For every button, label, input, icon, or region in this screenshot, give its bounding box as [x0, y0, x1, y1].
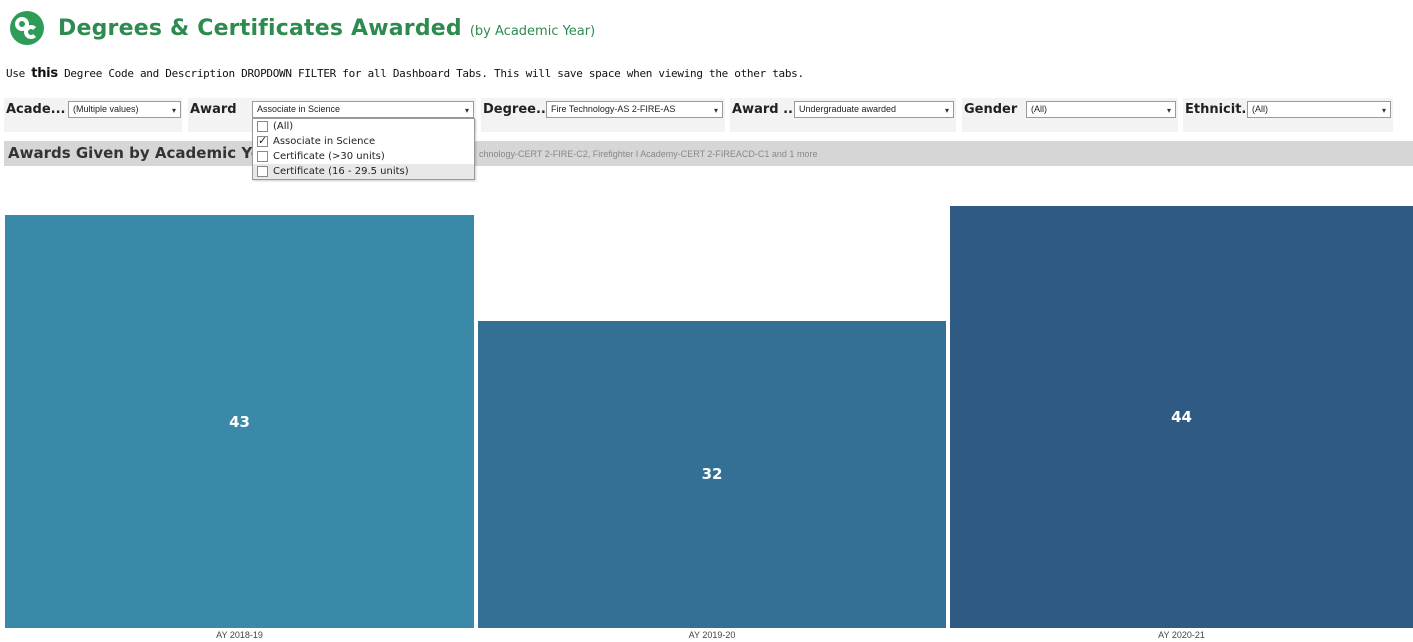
checkbox-checked-icon[interactable] — [257, 134, 268, 147]
award-level-select[interactable]: Undergraduate awarded ▾ — [794, 101, 954, 118]
degree-select[interactable]: Fire Technology-AS 2-FIRE-AS ▾ — [546, 101, 723, 118]
filter-label: Gender — [964, 102, 1018, 117]
award-option-all[interactable]: (All) — [253, 119, 474, 134]
x-axis-label: AY 2018-19 — [216, 630, 263, 640]
filter-label: Award ... — [732, 102, 798, 117]
award-option-associate-in-science[interactable]: Associate in Science — [253, 134, 474, 149]
filter-label: Ethnicit... — [1185, 102, 1257, 117]
chevron-down-icon: ▾ — [1166, 106, 1171, 115]
filter-gender: Gender (All) ▾ — [962, 98, 1178, 132]
checkbox-icon[interactable] — [257, 121, 268, 132]
award-dropdown-list: (All) Associate in Science Certificate (… — [252, 118, 475, 180]
instruction-text: Use this Degree Code and Description DRO… — [6, 66, 804, 81]
filter-award-level: Award ... Undergraduate awarded ▾ — [730, 98, 956, 132]
filter-degree: Degree... Fire Technology-AS 2-FIRE-AS ▾ — [481, 98, 725, 132]
chevron-down-icon: ▾ — [171, 106, 176, 115]
award-select[interactable]: Associate in Science ▾ — [252, 101, 474, 118]
filter-label: Acade... — [6, 102, 66, 117]
bar-value-label: 43 — [229, 412, 250, 431]
award-option-certificate-30[interactable]: Certificate (>30 units) — [253, 149, 474, 164]
sheet-title-bar: Awards Given by Academic Yea chnology-CE… — [4, 141, 1413, 166]
page-title: Degrees & Certificates Awarded — [58, 15, 462, 41]
chevron-down-icon: ▾ — [713, 106, 718, 115]
filter-academic-year: Acade... (Multiple values) ▾ — [4, 98, 182, 132]
checkbox-icon[interactable] — [257, 166, 268, 177]
sheet-title: Awards Given by Academic Yea — [8, 144, 272, 162]
filter-ethnicity: Ethnicit... (All) ▾ — [1183, 98, 1393, 132]
dashboard-header: Degrees & Certificates Awarded (by Acade… — [10, 10, 595, 46]
award-option-certificate-16-29[interactable]: Certificate (16 - 29.5 units) — [253, 164, 474, 179]
awards-bar-chart: 43 AY 2018-19 32 AY 2019-20 44 AY 2020-21 — [0, 166, 1413, 642]
sheet-filter-summary: chnology-CERT 2-FIRE-C2, Firefighter I A… — [479, 149, 818, 159]
x-axis-label: AY 2019-20 — [688, 630, 736, 640]
gender-select[interactable]: (All) ▾ — [1026, 101, 1176, 118]
chevron-down-icon: ▾ — [464, 106, 469, 115]
filter-label: Degree... — [483, 102, 551, 117]
page-subtitle: (by Academic Year) — [469, 23, 596, 39]
bar-value-label: 44 — [1171, 407, 1192, 426]
cc-logo-icon — [10, 11, 44, 45]
checkbox-icon[interactable] — [257, 151, 268, 162]
chevron-down-icon: ▾ — [1381, 106, 1386, 115]
bar-value-label: 32 — [701, 465, 723, 484]
filter-label: Award — [190, 102, 237, 117]
dashboard-page: Degrees & Certificates Awarded (by Acade… — [0, 0, 1413, 642]
chevron-down-icon: ▾ — [944, 106, 949, 115]
instruction-emphasis: this — [31, 66, 58, 81]
ethnicity-select[interactable]: (All) ▾ — [1247, 101, 1391, 118]
x-axis-label: AY 2020-21 — [1158, 630, 1205, 640]
academic-year-select[interactable]: (Multiple values) ▾ — [68, 101, 181, 118]
